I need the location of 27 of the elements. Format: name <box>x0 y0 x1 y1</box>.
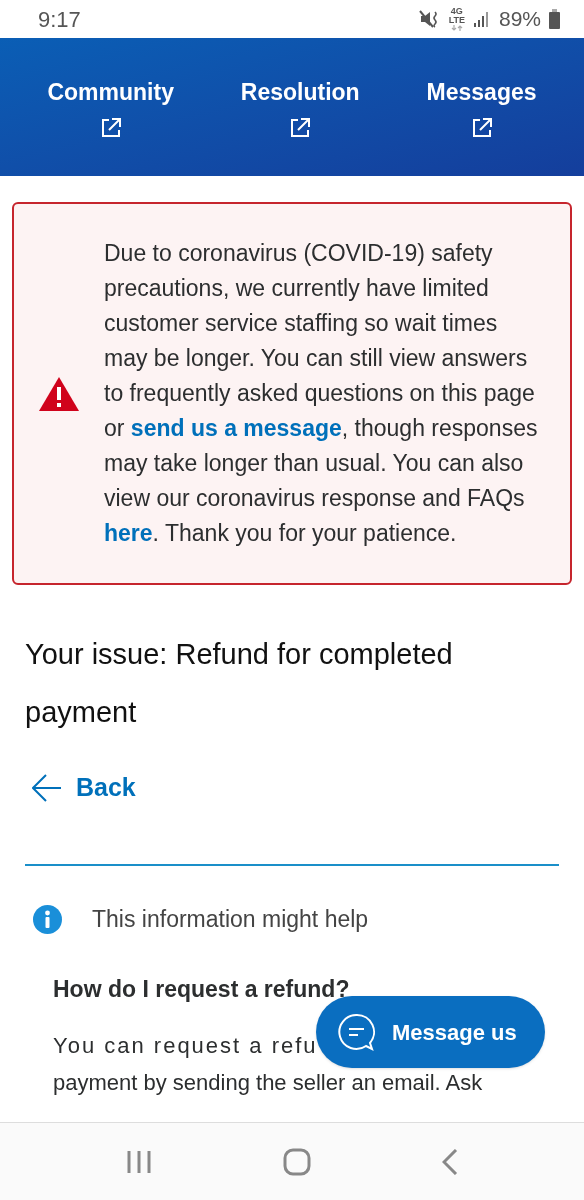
signal-icon <box>472 10 491 28</box>
external-link-icon <box>99 117 122 140</box>
back-arrow-icon <box>32 772 62 803</box>
article-text-line: You can request a refu <box>53 1031 318 1060</box>
info-label: This information might help <box>92 904 369 934</box>
message-us-button[interactable]: Message us <box>316 996 545 1068</box>
battery-percent: 89% <box>498 6 541 33</box>
article-text-line: payment by sending the seller an email. Ask <box>53 1068 483 1097</box>
alert-message: Due to coronavirus (COVID-19) safety precautions, we currently have limited customer service staffing so wait times may be longer. You can still view answers to frequently asked questions on this page or send us a message, though responses may take longer than usual. You can also view our coronavirus response and FAQs here. Thank you for your patience. <box>104 239 539 548</box>
info-icon <box>33 904 62 934</box>
warning-icon <box>38 375 80 412</box>
nav-link[interactable]: Community <box>47 74 174 140</box>
alert-link[interactable]: send us a message <box>130 415 342 441</box>
issue-title: Your issue: Refund for completed payment <box>24 637 454 730</box>
chat-bubble-icon <box>338 1013 376 1051</box>
back-icon[interactable] <box>442 1148 459 1175</box>
network-indicator: 4G LTE <box>448 7 465 31</box>
home-icon[interactable] <box>283 1147 311 1176</box>
external-link-icon <box>470 117 493 140</box>
battery-icon <box>549 9 560 29</box>
recent-apps-icon[interactable] <box>125 1149 152 1174</box>
alert-link[interactable]: here <box>104 520 153 546</box>
status-time: 9:17 <box>38 5 81 34</box>
back-link[interactable]: Back <box>32 769 136 807</box>
nav-link[interactable]: Resolution <box>240 74 360 140</box>
external-link-icon <box>289 117 312 140</box>
nav-link[interactable]: Messages <box>426 74 537 140</box>
